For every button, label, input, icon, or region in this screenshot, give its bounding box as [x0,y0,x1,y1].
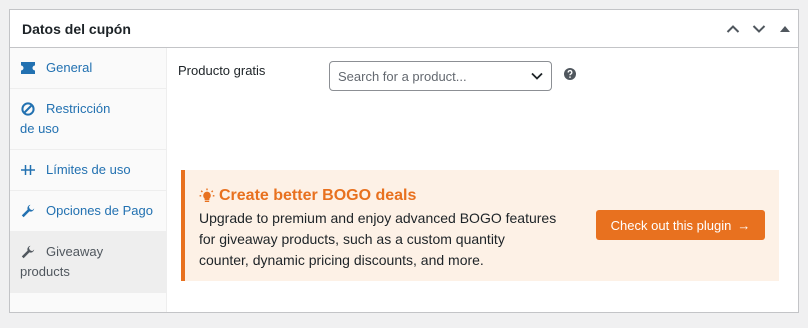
tab-content: Producto gratis Search for a product... [167,48,798,312]
tab-giveaway-label-1: Giveaway [46,244,104,259]
promo-desc-line-3: counter, dynamic pricing discounts, and … [199,252,484,268]
coupon-tabs: General Restricción de uso Límites de us… [10,48,167,312]
promo-description: Upgrade to premium and enjoy advanced BO… [199,208,584,271]
check-out-plugin-button[interactable]: Check out this plugin → [596,210,765,240]
panel-body: General Restricción de uso Límites de us… [10,48,798,312]
tab-usage-limits[interactable]: Límites de uso [10,150,166,191]
chevron-up-icon [726,24,740,33]
tab-general-label: General [46,60,93,75]
limits-icon [20,160,36,180]
bogo-promo-notice: Create better BOGO deals Upgrade to prem… [181,170,779,281]
arrow-right-icon: → [737,217,751,233]
promo-title: Create better BOGO deals [199,186,584,206]
tab-payment-options-label: Opciones de Pago [46,203,153,218]
tab-payment-options[interactable]: Opciones de Pago [10,191,166,232]
move-down-button[interactable] [746,11,772,47]
promo-desc-line-2: for giveaway products, such as a custom … [199,231,505,247]
panel-title: Datos del cupón [22,20,131,37]
lightbulb-icon [199,188,215,202]
toggle-panel-button[interactable] [772,11,798,47]
ticket-icon [20,58,36,78]
wrench-icon [20,242,36,262]
promo-title-text: Create better BOGO deals [219,187,417,204]
prohibited-icon [20,99,36,119]
header-controls [720,10,798,47]
help-icon[interactable] [564,68,576,80]
product-search-select[interactable]: Search for a product... [329,61,552,91]
product-search-placeholder: Search for a product... [338,68,467,84]
promo-desc-line-1: Upgrade to premium and enjoy advanced BO… [199,210,557,226]
move-up-button[interactable] [720,11,746,47]
tab-usage-restriction[interactable]: Restricción de uso [10,89,166,150]
tab-usage-restriction-label-1: Restricción [46,101,111,116]
check-out-plugin-label: Check out this plugin [610,217,732,233]
chevron-down-icon [531,72,543,80]
caret-up-icon [780,25,790,32]
wrench-icon [20,201,36,221]
free-product-field: Producto gratis Search for a product... [178,61,576,91]
tab-usage-limits-label: Límites de uso [46,162,131,177]
tab-general[interactable]: General [10,48,166,89]
chevron-down-icon [752,24,766,33]
promo-text: Create better BOGO deals Upgrade to prem… [199,186,584,281]
tab-giveaway-products[interactable]: Giveaway products [10,232,166,293]
coupon-data-panel: Datos del cupón General Restricción de u… [9,9,799,313]
panel-header: Datos del cupón [10,10,798,48]
free-product-label: Producto gratis [178,63,266,78]
tab-giveaway-label-2: products [20,264,70,279]
tab-usage-restriction-label-2: de uso [20,121,60,136]
